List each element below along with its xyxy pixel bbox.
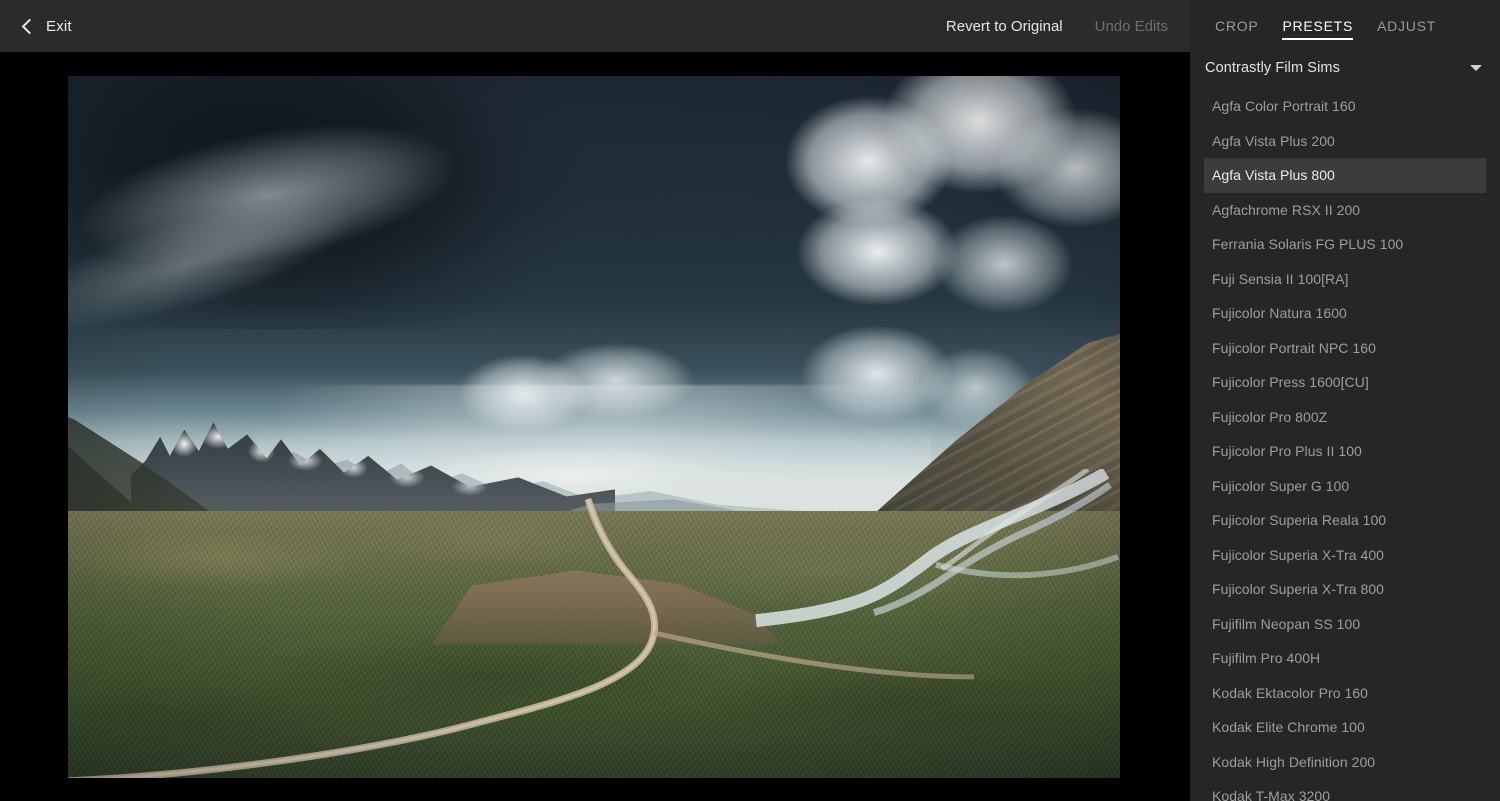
preset-item[interactable]: Fujicolor Natura 1600 bbox=[1204, 296, 1486, 331]
tab-adjust[interactable]: ADJUST bbox=[1365, 0, 1448, 52]
preset-item[interactable]: Kodak High Definition 200 bbox=[1204, 745, 1486, 780]
preset-group-header[interactable]: Contrastly Film Sims bbox=[1190, 52, 1500, 84]
photo-rock-field bbox=[68, 610, 342, 722]
exit-button[interactable]: Exit bbox=[15, 14, 78, 39]
sidebar-tabs: CROP PRESETS ADJUST bbox=[1190, 0, 1500, 52]
preset-list[interactable]: Agfa Color Portrait 160 Agfa Vista Plus … bbox=[1190, 84, 1500, 801]
preset-item[interactable]: Fujicolor Portrait NPC 160 bbox=[1204, 331, 1486, 366]
preset-item[interactable]: Ferrania Solaris FG PLUS 100 bbox=[1204, 227, 1486, 262]
preset-item[interactable]: Agfa Vista Plus 200 bbox=[1204, 124, 1486, 159]
revert-to-original-button[interactable]: Revert to Original bbox=[946, 18, 1063, 35]
preset-item[interactable]: Fujicolor Pro Plus II 100 bbox=[1204, 434, 1486, 469]
editor-sidebar: CROP PRESETS ADJUST Contrastly Film Sims… bbox=[1190, 0, 1500, 801]
exit-button-label: Exit bbox=[46, 17, 72, 35]
preset-item[interactable]: Fujicolor Pro 800Z bbox=[1204, 400, 1486, 435]
preset-item[interactable]: Agfa Color Portrait 160 bbox=[1204, 89, 1486, 124]
preset-item[interactable]: Kodak Ektacolor Pro 160 bbox=[1204, 676, 1486, 711]
preset-item[interactable]: Agfachrome RSX II 200 bbox=[1204, 193, 1486, 228]
tab-crop[interactable]: CROP bbox=[1203, 0, 1270, 52]
preset-item[interactable]: Fujicolor Superia X-Tra 800 bbox=[1204, 572, 1486, 607]
preset-item[interactable]: Kodak T-Max 3200 bbox=[1204, 779, 1486, 801]
edited-photo[interactable] bbox=[68, 76, 1120, 778]
photo-editor-window: Exit Revert to Original Undo Edits CROP … bbox=[0, 0, 1500, 801]
preset-group-title: Contrastly Film Sims bbox=[1205, 60, 1340, 76]
photo-canvas[interactable] bbox=[0, 52, 1190, 801]
preset-item[interactable]: Fujicolor Superia X-Tra 400 bbox=[1204, 538, 1486, 573]
preset-item-selected[interactable]: Agfa Vista Plus 800 bbox=[1204, 158, 1486, 193]
preset-item[interactable]: Fujifilm Neopan SS 100 bbox=[1204, 607, 1486, 642]
photo-braided-river bbox=[755, 469, 1120, 628]
chevron-down-icon[interactable] bbox=[1470, 65, 1482, 71]
top-toolbar: Exit Revert to Original Undo Edits bbox=[0, 0, 1190, 52]
preset-item[interactable]: Fuji Sensia II 100[RA] bbox=[1204, 262, 1486, 297]
chevron-left-icon bbox=[21, 18, 38, 34]
preset-item[interactable]: Kodak Elite Chrome 100 bbox=[1204, 710, 1486, 745]
undo-edits-button: Undo Edits bbox=[1094, 17, 1168, 35]
preset-item[interactable]: Fujicolor Superia Reala 100 bbox=[1204, 503, 1486, 538]
preset-item[interactable]: Fujicolor Press 1600[CU] bbox=[1204, 365, 1486, 400]
preset-item[interactable]: Fujifilm Pro 400H bbox=[1204, 641, 1486, 676]
tab-presets[interactable]: PRESETS bbox=[1270, 0, 1365, 52]
preset-item[interactable]: Fujicolor Super G 100 bbox=[1204, 469, 1486, 504]
topbar-actions: Revert to Original Undo Edits bbox=[946, 18, 1190, 35]
